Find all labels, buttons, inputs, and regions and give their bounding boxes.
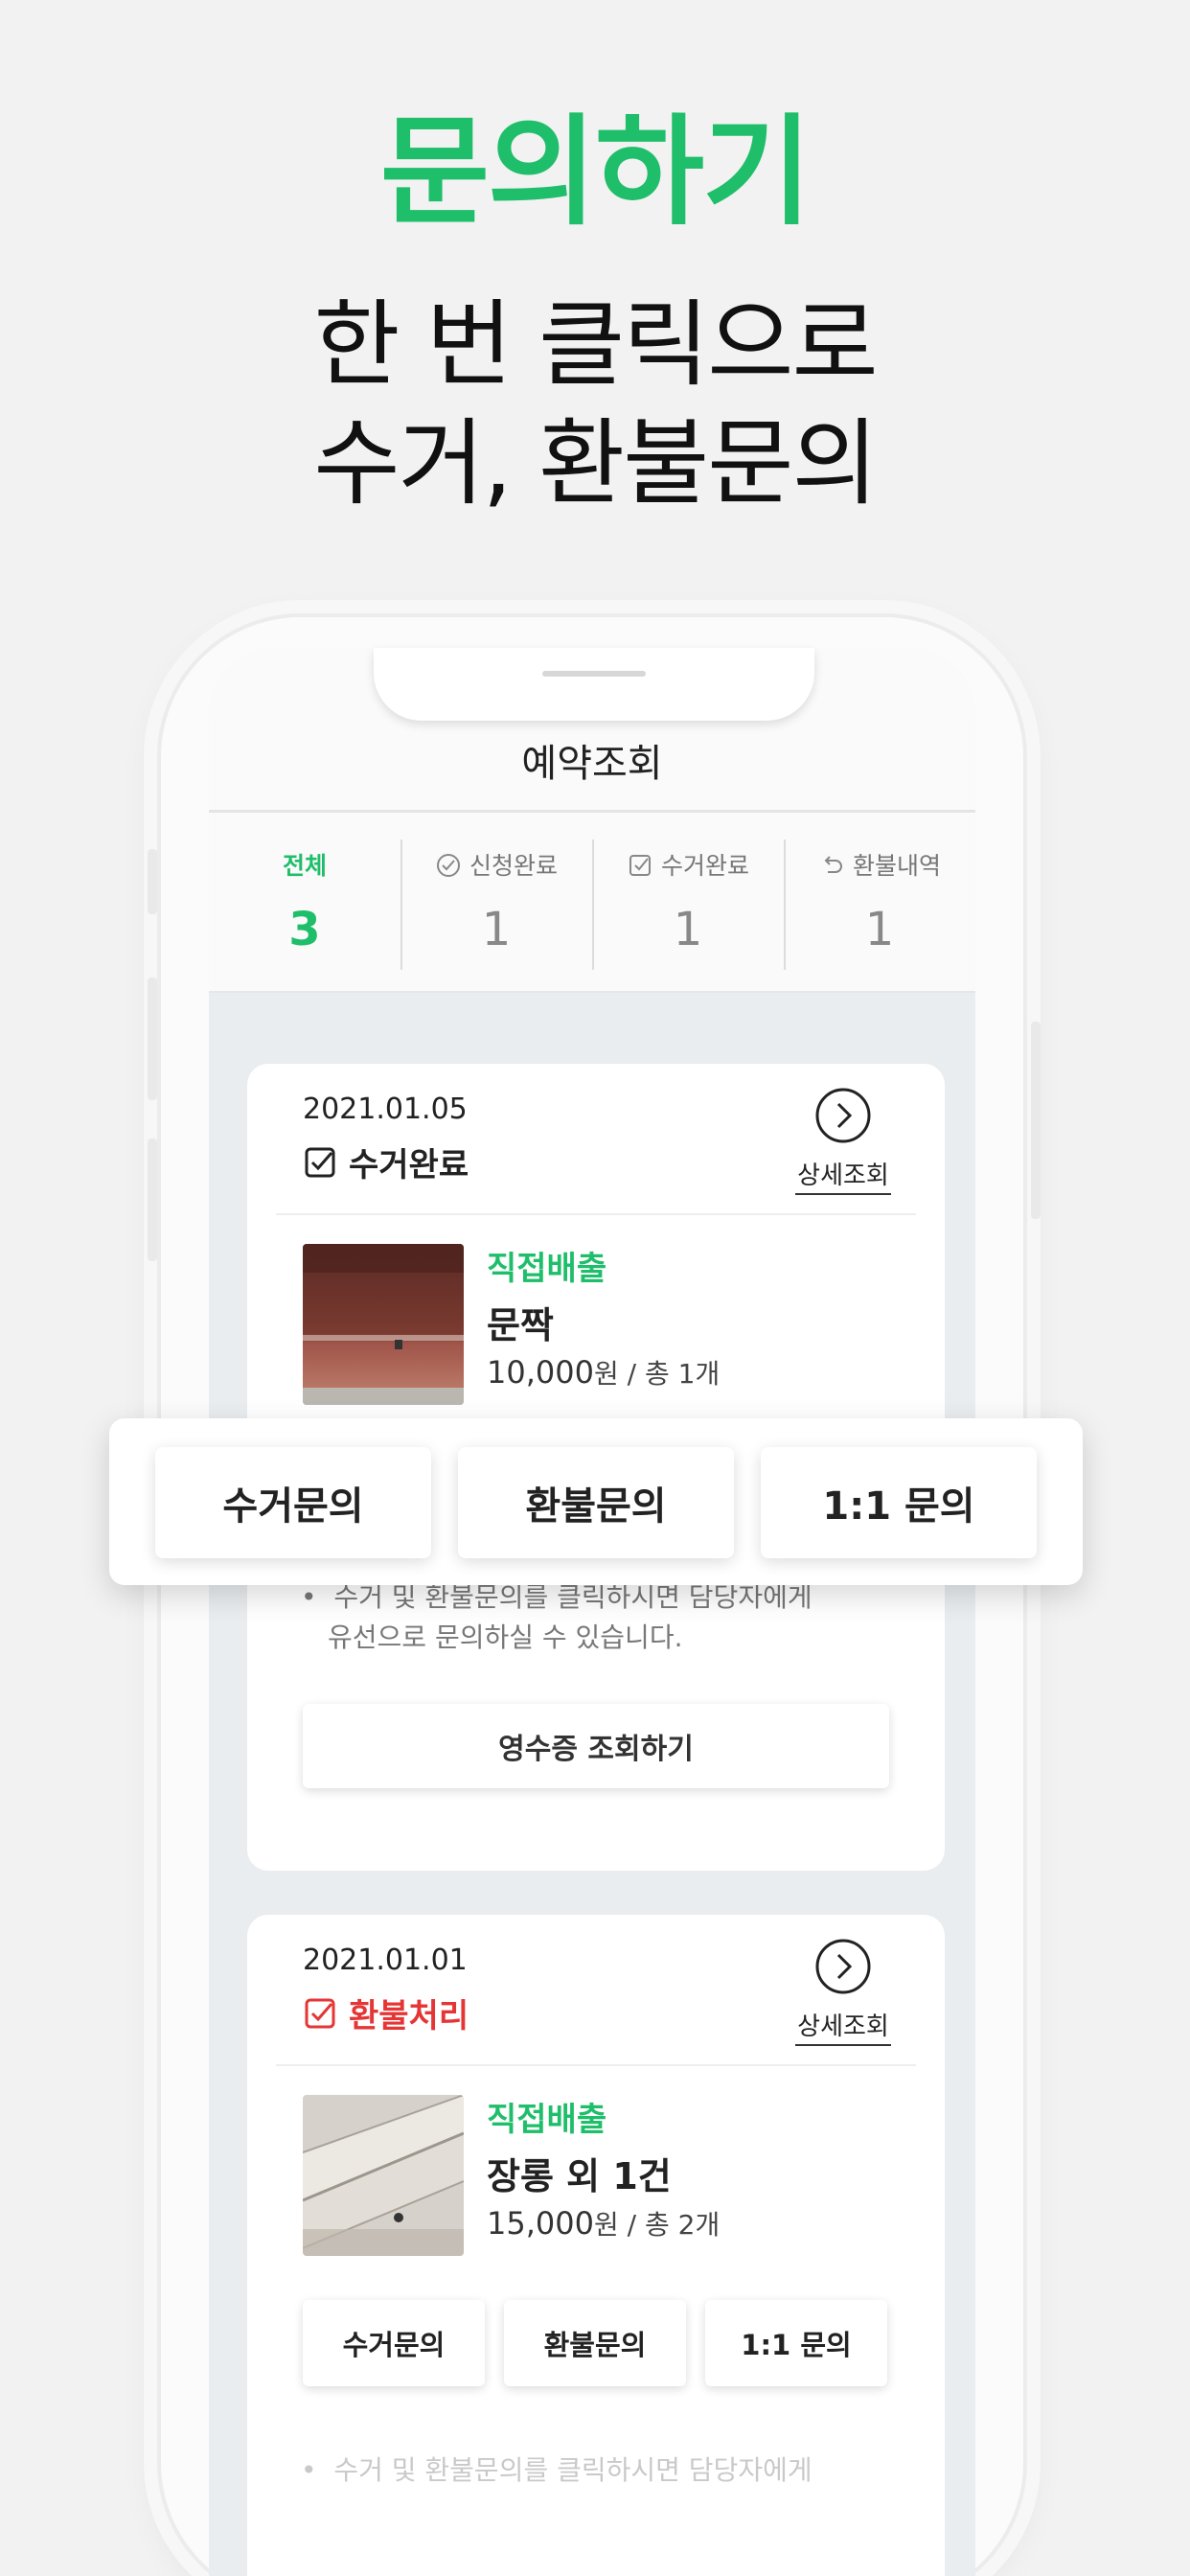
disposal-type: 직접배출 (487, 2101, 607, 2139)
hero-title: 문의하기 (379, 104, 812, 242)
item-name: 장롱 외 1건 (487, 2155, 672, 2197)
view-receipt-button[interactable]: 영수증 조회하기 (303, 1704, 889, 1788)
price-unit: 원 / 총 1개 (593, 1358, 721, 1390)
undo-arrow-icon (824, 856, 843, 873)
tab-applied-label-wrap: 신청완료 (400, 847, 592, 882)
inquiry-note-line-2: 유선으로 문의하실 수 있습니다. (328, 1622, 683, 1653)
tab-all-label: 전체 (282, 852, 327, 880)
phone-mute-switch (148, 849, 157, 914)
inquiry-note: • 수거 및 환불문의를 클릭하시면 담당자에게 (301, 2450, 812, 2488)
order-status-label: 환불처리 (349, 1997, 469, 2036)
tab-refunds-count: 1 (864, 903, 895, 956)
order-card: 2021.01.01 환불처리 상세조회 직접배출 장롱 외 1건 15,000… (247, 1915, 945, 2576)
collection-inquiry-button[interactable]: 수거문의 (303, 2300, 485, 2386)
one-to-one-inquiry-button[interactable]: 1:1 문의 (705, 2300, 887, 2386)
check-box-icon (305, 1998, 335, 2028)
bullet: • (301, 1581, 334, 1613)
tab-collected-label: 수거완료 (660, 852, 749, 880)
price-unit: 원 / 총 2개 (593, 2209, 721, 2241)
door-photo (303, 1244, 464, 1405)
item-name: 문짝 (487, 1304, 554, 1346)
tab-applied-label: 신청완료 (469, 852, 558, 880)
item-thumbnail (303, 1244, 464, 1405)
phone-volume-up-button (148, 978, 157, 1100)
item-thumbnail (303, 2095, 464, 2256)
one-to-one-inquiry-button[interactable]: 1:1 문의 (761, 1447, 1037, 1558)
speaker-grille (542, 671, 646, 677)
inquiry-note-text: 수거 및 환불문의를 클릭하시면 담당자에게 (333, 2454, 812, 2486)
inquiry-note: • 수거 및 환불문의를 클릭하시면 담당자에게 유선으로 문의하실 수 있습니… (301, 1577, 812, 1658)
tab-refunds-label-wrap: 환불내역 (784, 847, 975, 882)
tab-collected-count: 1 (673, 903, 703, 956)
item-price: 10,000원 / 총 1개 (487, 1353, 720, 1392)
phone-power-button (1031, 1022, 1041, 1219)
tab-all[interactable]: 전체 3 (209, 813, 400, 993)
detail-view-link[interactable]: 상세조회 (795, 1938, 891, 2046)
tab-applied-count: 1 (481, 903, 512, 956)
order-status: 환불처리 (303, 1990, 469, 2036)
check-box-icon (305, 1147, 335, 1177)
detail-view-label: 상세조회 (795, 1156, 891, 1195)
disposal-type: 직접배출 (487, 1250, 607, 1288)
hero-subtitle-line-2: 수거, 환불문의 (313, 409, 878, 518)
order-status: 수거완료 (303, 1138, 469, 1185)
price-value: 15,000 (487, 2205, 594, 2242)
divider (276, 1213, 916, 1215)
refund-inquiry-button[interactable]: 환불문의 (504, 2300, 686, 2386)
price-value: 10,000 (487, 1354, 594, 1391)
chevron-right-circle-icon (815, 1939, 871, 1994)
detail-view-link[interactable]: 상세조회 (795, 1087, 891, 1195)
wardrobe-photo (303, 2095, 464, 2256)
phone-volume-down-button (148, 1138, 157, 1261)
hero-subtitle: 한 번 클릭으로 수거, 환불문의 (0, 286, 1190, 523)
app-screen: 예약조회 전체 3 신청완료 1 수거완료 1 환불내역 1 2021.01.0… (209, 648, 975, 2576)
order-status-label: 수거완료 (349, 1146, 469, 1184)
tab-all-count: 3 (288, 903, 321, 956)
hero-subtitle-line-1: 한 번 클릭으로 (313, 290, 878, 400)
detail-view-label: 상세조회 (795, 2007, 891, 2046)
page-title: 예약조회 (521, 742, 663, 786)
tab-collected[interactable]: 수거완료 1 (592, 813, 784, 993)
tab-collected-label-wrap: 수거완료 (592, 847, 784, 882)
divider (276, 2064, 916, 2066)
order-date: 2021.01.01 (303, 1944, 468, 1977)
tab-applied[interactable]: 신청완료 1 (400, 813, 592, 993)
bullet: • (301, 2454, 334, 2486)
tab-refunds-label: 환불내역 (852, 852, 941, 880)
check-circle-icon (437, 854, 461, 877)
chevron-right-circle-icon (815, 1088, 871, 1143)
collection-inquiry-button[interactable]: 수거문의 (155, 1447, 431, 1558)
phone-notch (374, 648, 814, 721)
check-box-icon (629, 855, 652, 876)
inquiry-note-line-1-text: 수거 및 환불문의를 클릭하시면 담당자에게 (333, 1581, 812, 1613)
tab-refunds[interactable]: 환불내역 1 (784, 813, 975, 993)
status-tabs: 전체 3 신청완료 1 수거완료 1 환불내역 1 (209, 813, 975, 993)
inquiry-buttons-highlight: 수거문의 환불문의 1:1 문의 (109, 1418, 1083, 1585)
order-date: 2021.01.05 (303, 1092, 468, 1126)
refund-inquiry-button[interactable]: 환불문의 (458, 1447, 734, 1558)
item-price: 15,000원 / 총 2개 (487, 2204, 720, 2242)
